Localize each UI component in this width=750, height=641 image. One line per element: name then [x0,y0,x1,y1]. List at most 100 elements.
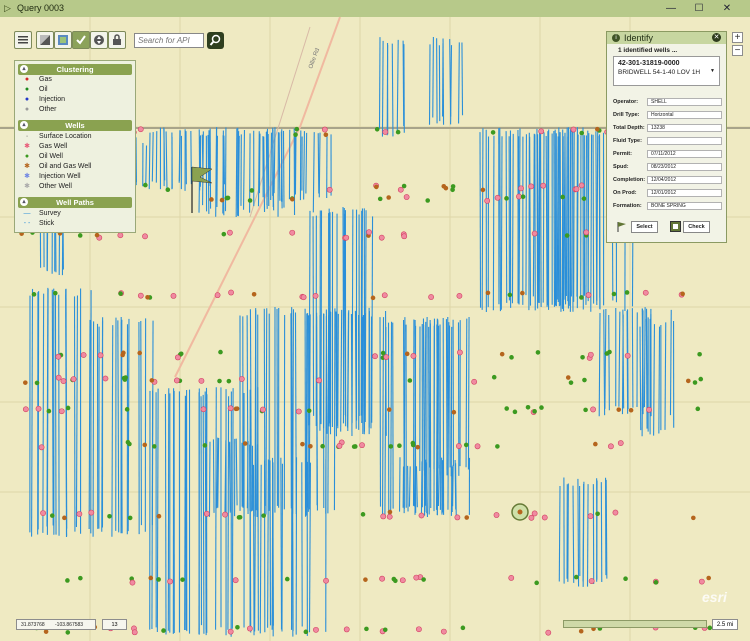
collapse-icon[interactable]: ▴ [20,65,28,73]
window-title: Query 0003 [17,3,65,13]
well-path [282,130,285,208]
basemap-button[interactable] [54,31,72,49]
oil-well-marker [294,126,300,132]
gas-well-marker [80,352,87,358]
search-button[interactable] [207,32,224,49]
well-path [327,315,330,514]
app-icon: ▷ [4,3,11,13]
well-path [532,133,535,297]
maximize-button[interactable]: ☐ [686,0,712,17]
oil-gas-well-marker [441,183,447,189]
zoom-out-button[interactable]: − [732,45,743,56]
oil-gas-well-marker [148,575,154,581]
well-path [450,466,453,516]
gas-well-marker [313,626,319,633]
oil-gas-well-marker [251,291,257,297]
well-path [259,464,262,634]
gas-well-marker [321,126,328,133]
well-path [335,311,337,437]
legend-clustering-other: ● Other [21,105,57,115]
oil-well-marker [410,442,416,448]
field-label: Drill Type: [613,112,640,118]
gas-well-marker [35,405,42,412]
identify-panel: i Identify ✕ 1 identified wells ... 42-3… [606,31,727,243]
gas-well-marker [612,509,619,516]
well-path [598,312,601,417]
oil-well-marker [380,350,386,356]
gas-well-marker [457,349,463,356]
identify-title: Identify [624,33,654,43]
check-button-panel[interactable]: Check [683,221,710,233]
close-button[interactable]: ✕ [714,0,740,17]
oil-gas-well-marker [578,628,584,634]
gas-well-marker [494,194,501,201]
well-path [257,387,259,631]
oil-gas-well-marker [706,575,711,581]
well-path [452,464,454,507]
well-path [545,136,548,307]
well-path [402,40,405,127]
gas-well-marker [508,574,515,581]
road-label: Ollie Rd [308,48,321,70]
collapse-icon[interactable]: ▴ [20,121,28,129]
oil-gas-well-marker [387,509,393,515]
field-label: Total Depth: [613,125,645,131]
gas-well-marker [540,182,547,189]
gas-well-marker [642,289,649,296]
well-path [273,127,276,194]
check-button[interactable] [72,31,90,49]
clustering-header[interactable]: ▴ Clustering [18,64,132,75]
identify-header: i Identify ✕ [607,32,726,44]
oil-gas-well-marker [451,409,457,415]
well-path [582,481,585,587]
oil-well-marker [520,194,526,200]
gas-well-marker [531,230,538,237]
well-path [340,309,343,432]
identify-close-button[interactable]: ✕ [712,33,721,42]
oil-well-marker [377,196,383,202]
gas-well-marker [129,579,136,586]
oil-well-marker [463,442,469,448]
wells-header[interactable]: ▴ Wells [18,120,132,131]
collapse-icon[interactable]: ▴ [20,198,28,206]
well-path [641,320,644,437]
zoom-in-button[interactable]: + [732,32,743,43]
zoom-level: 13 [102,619,127,630]
gas-well-marker [227,405,234,412]
well-path [499,127,501,312]
list-button[interactable] [14,31,32,49]
oil-well-marker [397,443,402,448]
oil-well-marker [697,351,702,357]
well-path [249,458,252,633]
minimize-button[interactable]: — [658,0,684,17]
oil-well-marker [611,291,617,297]
gas-well-marker [227,229,233,236]
search-input[interactable] [134,33,204,48]
well-path [235,128,238,217]
well-select[interactable]: 42-301-31819-0000 BRIDWELL 54-1-40 LOV 1… [613,56,720,86]
gas-well-marker [401,233,408,240]
oil-gas-well-marker [520,290,525,296]
lock-button[interactable] [108,31,126,49]
oil-gas-well-marker [680,291,685,297]
well-path [479,132,482,308]
field-value: BONE SPRING [647,202,722,210]
well-path [558,486,561,582]
well-path [318,132,321,198]
oil-well-marker [539,405,544,410]
well-paths-header[interactable]: ▴ Well Paths [18,197,132,208]
gas-well-marker [545,629,552,636]
well-path [270,132,273,201]
oil-gas-well-marker [219,197,225,203]
oil-gas-well-marker [370,295,376,301]
legend-path-survey-label: Survey [39,210,61,217]
well-path [565,127,568,296]
gas-well-marker [471,378,478,385]
layers-button[interactable] [36,31,54,49]
well-path [567,136,569,302]
oil-well-marker [235,624,240,630]
select-button[interactable]: Select [631,221,658,233]
oil-well-marker [226,378,232,384]
oil-gas-well-marker [374,184,379,190]
pan-button[interactable] [90,31,108,49]
